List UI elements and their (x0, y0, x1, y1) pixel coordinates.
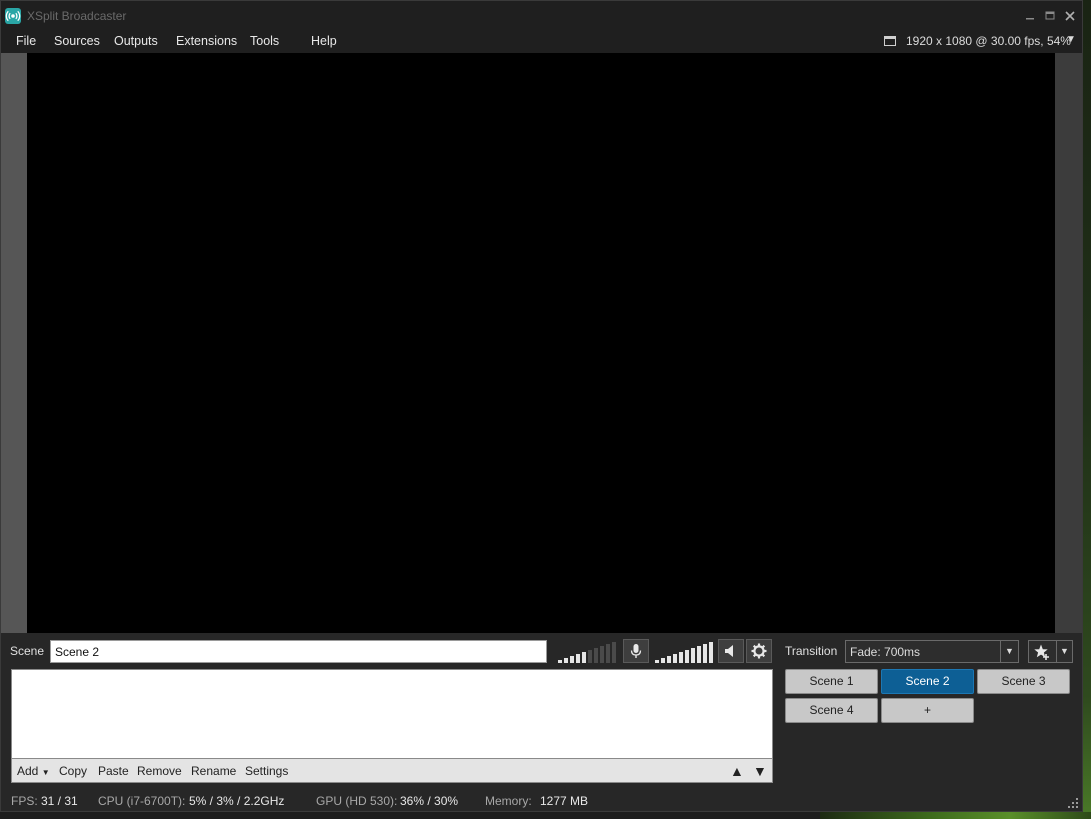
meter-bar (606, 644, 610, 663)
meter-bar (582, 652, 586, 663)
menu-bar: File Sources Outputs Extensions Tools He… (1, 31, 1082, 53)
meter-bar (697, 646, 701, 663)
close-button[interactable] (1061, 7, 1079, 25)
maximize-button[interactable] (1041, 7, 1059, 25)
source-settings-button[interactable]: Settings (245, 764, 288, 778)
meter-bar (691, 648, 695, 663)
meter-bar (703, 644, 707, 663)
scene-button-1[interactable]: Scene 1 (785, 669, 878, 694)
speaker-icon (725, 645, 733, 657)
scene-button-2[interactable]: Scene 2 (881, 669, 974, 694)
gear-icon (751, 643, 767, 659)
sources-list[interactable] (11, 669, 773, 759)
add-scene-button[interactable]: + (881, 698, 974, 723)
meter-bar (594, 648, 598, 663)
menu-outputs[interactable]: Outputs (114, 34, 158, 48)
add-caret-icon: ▼ (41, 768, 50, 777)
meter-bar (588, 650, 592, 663)
scene-button-4[interactable]: Scene 4 (785, 698, 878, 723)
preview-frame-right (1055, 53, 1082, 633)
scene-button-3[interactable]: Scene 3 (977, 669, 1070, 694)
audio-settings-button[interactable] (746, 639, 772, 663)
menu-tools[interactable]: Tools (250, 34, 279, 48)
cpu-value: 5% / 3% / 2.2GHz (189, 794, 285, 808)
window-title: XSplit Broadcaster (27, 9, 127, 23)
meter-bar (673, 654, 677, 663)
gpu-value: 36% / 30% (400, 794, 459, 808)
meter-bar (570, 656, 574, 663)
minimize-icon (1026, 18, 1034, 20)
menu-file[interactable]: File (16, 34, 36, 48)
transition-dropdown[interactable]: Fade: 700ms ▼ (845, 640, 1019, 663)
transition-value: Fade: 700ms (850, 645, 921, 659)
microphone-button[interactable] (623, 639, 649, 663)
move-down-arrow-icon[interactable]: ▼ (753, 763, 767, 779)
paste-source-button[interactable]: Paste (98, 764, 129, 778)
meter-bar (600, 646, 604, 663)
app-window: XSplit Broadcaster File Sources Outputs … (0, 0, 1083, 812)
sources-toolbar: Add ▼ Copy Paste Remove Rename Settings … (11, 759, 773, 783)
meter-bar (564, 658, 568, 663)
meter-bar (661, 658, 665, 663)
speaker-level-meter (655, 641, 715, 663)
copy-source-button[interactable]: Copy (59, 764, 87, 778)
meter-bar (685, 650, 689, 663)
fps-value: 31 / 31 (41, 794, 78, 808)
chevron-down-icon[interactable]: ▼ (1000, 641, 1018, 662)
microphone-level-meter (558, 641, 618, 663)
meter-bar (679, 652, 683, 663)
desktop-background-bottom (820, 812, 1091, 819)
meter-bar (655, 660, 659, 663)
resolution-caret-icon[interactable]: ▼ (1066, 34, 1076, 45)
minimize-button[interactable] (1021, 7, 1039, 25)
meter-bar (667, 656, 671, 663)
menu-extensions[interactable]: Extensions (176, 34, 237, 48)
memory-value: 1277 MB (540, 794, 589, 808)
scene-name-input[interactable] (50, 640, 547, 663)
cpu-label: CPU (i7-6700T): (98, 794, 186, 808)
star-add-icon (1034, 644, 1049, 660)
menu-sources[interactable]: Sources (54, 34, 100, 48)
desktop-background (1083, 0, 1091, 819)
speaker-button[interactable] (718, 639, 744, 663)
resolution-dropdown[interactable]: 1920 x 1080 @ 30.00 fps, 54% (906, 34, 1071, 48)
meter-bar (612, 642, 616, 663)
rename-source-button[interactable]: Rename (191, 764, 236, 778)
transition-effects-button[interactable]: ▼ (1028, 640, 1073, 663)
close-icon (1065, 11, 1075, 21)
effects-chevron-down-icon[interactable]: ▼ (1056, 641, 1072, 662)
menu-help[interactable]: Help (311, 34, 337, 48)
resolution-window-icon (884, 36, 896, 46)
status-bar: FPS: 31 / 31 CPU (i7-6700T): 5% / 3% / 2… (1, 789, 1082, 811)
maximize-icon (1045, 11, 1055, 20)
add-source-label: Add (17, 764, 39, 778)
microphone-icon (630, 644, 642, 658)
scene-label: Scene (10, 644, 45, 658)
move-up-arrow-icon[interactable]: ▲ (730, 763, 744, 779)
fps-label: FPS: (11, 794, 38, 808)
memory-label: Memory: (485, 794, 532, 808)
meter-bar (558, 660, 562, 663)
transition-label: Transition (785, 644, 838, 658)
gpu-label: GPU (HD 530): (316, 794, 398, 808)
remove-source-button[interactable]: Remove (137, 764, 182, 778)
meter-bar (709, 642, 713, 663)
meter-bar (576, 654, 580, 663)
resize-grip-icon[interactable] (1067, 797, 1079, 809)
app-logo-icon (5, 8, 21, 24)
title-bar[interactable]: XSplit Broadcaster (1, 1, 1082, 31)
add-source-button[interactable]: Add ▼ (17, 764, 50, 778)
stage-preview[interactable] (27, 53, 1055, 633)
